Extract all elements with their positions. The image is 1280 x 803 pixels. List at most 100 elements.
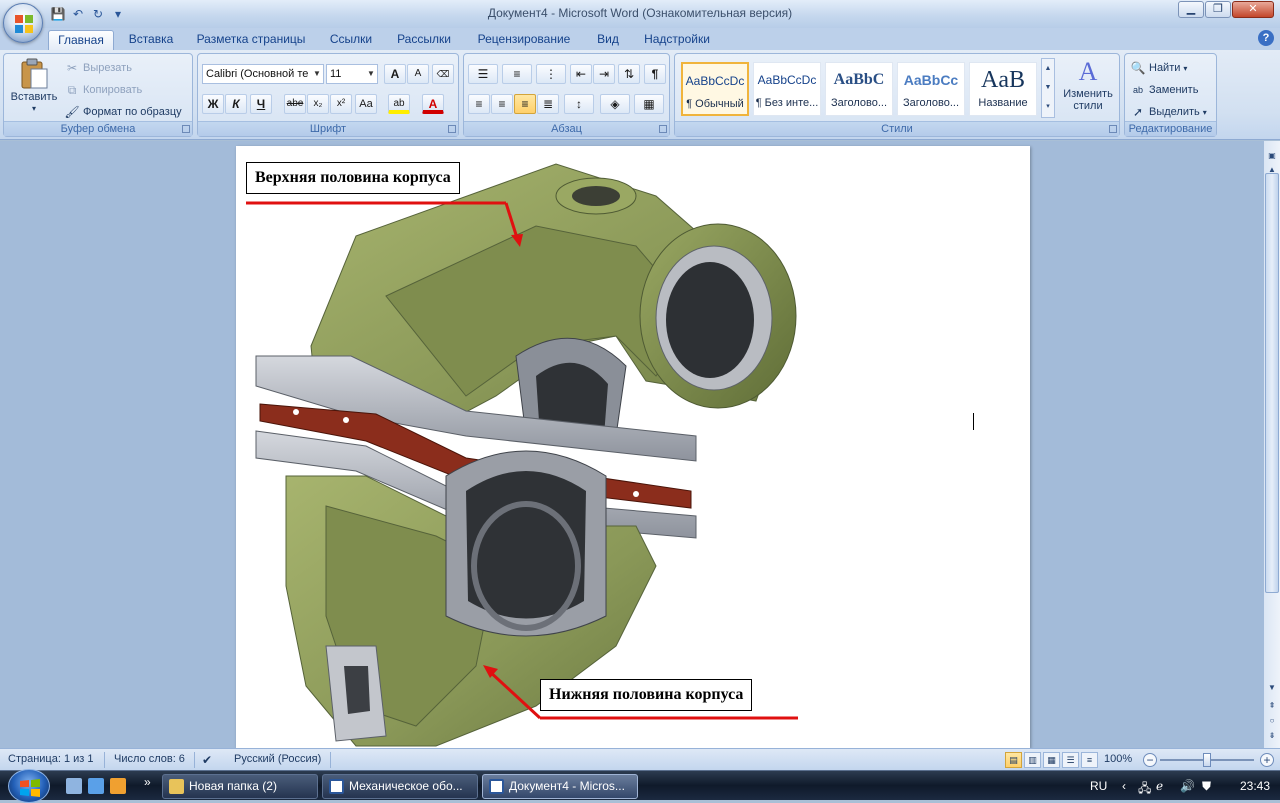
language-indicator[interactable]: Русский (Россия) <box>234 753 321 765</box>
tab-addins[interactable]: Надстройки <box>636 30 718 50</box>
zoom-level[interactable]: 100% <box>1104 753 1132 765</box>
next-page-icon[interactable]: ⇟ <box>1265 729 1279 743</box>
taskbar-item-label: Механическое обо... <box>349 779 463 793</box>
replace-button[interactable]: ab Заменить <box>1130 82 1198 98</box>
format-painter-button[interactable]: 🖌 Формат по образцу <box>64 104 181 120</box>
paste-button[interactable]: Вставить ▾ <box>8 58 60 120</box>
clock[interactable]: 23:43 <box>1240 779 1270 793</box>
outline-view-icon[interactable]: ☰ <box>1062 752 1079 768</box>
scroll-down-icon[interactable]: ▼ <box>1265 681 1279 695</box>
style-name: Название <box>978 97 1028 109</box>
web-layout-icon[interactable]: ▦ <box>1043 752 1060 768</box>
close-button[interactable]: ✕ <box>1232 1 1274 18</box>
tab-view[interactable]: Вид <box>588 30 628 50</box>
status-bar: Страница: 1 из 1 Число слов: 6 ✔ Русский… <box>0 748 1280 770</box>
align-center-icon[interactable]: ≡ <box>491 94 513 114</box>
tab-insert[interactable]: Вставка <box>120 30 182 50</box>
volume-icon[interactable]: 🔊 <box>1180 779 1195 793</box>
full-reading-icon[interactable]: ▥ <box>1024 752 1041 768</box>
quick-launch-overflow-icon[interactable]: » <box>144 775 151 789</box>
switch-windows-icon[interactable] <box>88 778 104 794</box>
print-layout-icon[interactable]: ▤ <box>1005 752 1022 768</box>
style-no-spacing[interactable]: AaBbCcDc ¶ Без инте... <box>753 62 821 116</box>
style-title[interactable]: AaB Название <box>969 62 1037 116</box>
borders-icon[interactable]: ▦ <box>634 94 664 114</box>
increase-indent-icon[interactable]: ⇥ <box>593 64 615 84</box>
sort-icon[interactable]: ⇅ <box>618 64 640 84</box>
dialog-launcher-icon[interactable] <box>659 125 667 133</box>
style-normal[interactable]: AaBbCcDc ¶ Обычный <box>681 62 749 116</box>
tab-home[interactable]: Главная <box>48 30 114 50</box>
align-right-icon[interactable]: ≡ <box>514 94 536 114</box>
styles-scroll[interactable]: ▲ ▼ ▾ <box>1041 58 1055 118</box>
justify-icon[interactable]: ≣ <box>537 94 559 114</box>
draft-view-icon[interactable]: ≡ <box>1081 752 1098 768</box>
tab-page-layout[interactable]: Разметка страницы <box>190 30 312 50</box>
italic-button[interactable]: К <box>225 94 247 114</box>
select-button[interactable]: ➚ Выделить ▾ <box>1130 104 1207 120</box>
tab-references[interactable]: Ссылки <box>322 30 380 50</box>
office-button[interactable] <box>3 3 43 43</box>
decrease-indent-icon[interactable]: ⇤ <box>570 64 592 84</box>
security-icon[interactable]: ⛊ <box>1202 779 1211 794</box>
taskbar-item-word-doc[interactable]: Механическое обо... <box>322 774 478 799</box>
page-count[interactable]: Страница: 1 из 1 <box>8 753 94 765</box>
font-size-combo[interactable]: 11 ▼ <box>326 64 378 84</box>
restore-button[interactable]: ❐ <box>1205 1 1231 18</box>
bold-button[interactable]: Ж <box>202 94 224 114</box>
shrink-font-button[interactable]: A <box>407 64 429 84</box>
dialog-launcher-icon[interactable] <box>182 125 190 133</box>
shading-icon[interactable]: ◈ <box>600 94 630 114</box>
media-player-icon[interactable] <box>110 778 126 794</box>
ruler-toggle-icon[interactable]: ▣ <box>1265 149 1279 163</box>
line-spacing-icon[interactable]: ↕ <box>564 94 594 114</box>
show-desktop-icon[interactable] <box>66 778 82 794</box>
bullets-icon[interactable]: ☰ <box>468 64 498 84</box>
vertical-scrollbar[interactable]: ▣ ▲ ▼ ⇞ ○ ⇟ <box>1264 141 1280 748</box>
prev-page-icon[interactable]: ⇞ <box>1265 699 1279 713</box>
language-indicator[interactable]: RU <box>1090 779 1107 793</box>
tab-review[interactable]: Рецензирование <box>468 30 580 50</box>
copy-button[interactable]: ⧉ Копировать <box>64 82 143 98</box>
strikethrough-button[interactable]: abe <box>284 94 306 114</box>
clipboard-group-title: Буфер обмена <box>4 121 192 136</box>
start-button[interactable] <box>8 769 50 803</box>
dialog-launcher-icon[interactable] <box>1109 125 1117 133</box>
taskbar-item-document4[interactable]: Документ4 - Micros... <box>482 774 638 799</box>
show-marks-icon[interactable]: ¶ <box>644 64 666 84</box>
word-count[interactable]: Число слов: 6 <box>114 753 185 765</box>
divider <box>330 752 331 768</box>
help-icon[interactable]: ? <box>1258 30 1274 46</box>
style-heading2[interactable]: AaBbCc Заголово... <box>897 62 965 116</box>
superscript-button[interactable]: x² <box>330 94 352 114</box>
style-heading1[interactable]: AaBbC Заголово... <box>825 62 893 116</box>
find-button[interactable]: 🔍 Найти ▾ <box>1130 60 1188 76</box>
highlight-button[interactable]: ab <box>388 94 410 114</box>
tab-mailings[interactable]: Рассылки <box>388 30 460 50</box>
clear-format-icon[interactable]: ⌫ <box>432 64 454 84</box>
numbering-icon[interactable]: ≡ <box>502 64 532 84</box>
zoom-slider-thumb[interactable] <box>1203 753 1211 767</box>
document-page[interactable]: Верхняя половина корпуса Нижняя половина… <box>236 146 1030 748</box>
grow-font-button[interactable]: A <box>384 64 406 84</box>
subscript-button[interactable]: x₂ <box>307 94 329 114</box>
underline-button[interactable]: Ч <box>250 94 272 114</box>
chevron-left-icon[interactable]: ‹ <box>1122 779 1126 793</box>
ie-icon[interactable]: ℯ <box>1156 779 1163 793</box>
spellcheck-icon[interactable]: ✔ <box>202 753 212 767</box>
taskbar-item-folder[interactable]: Новая папка (2) <box>162 774 318 799</box>
minimize-button[interactable]: ▁ <box>1178 1 1204 18</box>
align-left-icon[interactable]: ≡ <box>468 94 490 114</box>
change-styles-button[interactable]: A Изменить стили <box>1059 56 1117 112</box>
browse-object-icon[interactable]: ○ <box>1265 714 1279 728</box>
scroll-thumb[interactable] <box>1265 173 1279 593</box>
font-name-combo[interactable]: Calibri (Основной те ▼ <box>202 64 324 84</box>
change-case-button[interactable]: Aa <box>355 94 377 114</box>
zoom-in-icon[interactable]: + <box>1260 753 1274 767</box>
font-color-button[interactable]: A <box>422 94 444 114</box>
network-icon[interactable]: 🖧 <box>1138 779 1151 800</box>
multilevel-list-icon[interactable]: ⋮ <box>536 64 566 84</box>
cut-button[interactable]: ✂ Вырезать <box>64 60 132 76</box>
zoom-out-icon[interactable]: − <box>1143 753 1157 767</box>
dialog-launcher-icon[interactable] <box>448 125 456 133</box>
